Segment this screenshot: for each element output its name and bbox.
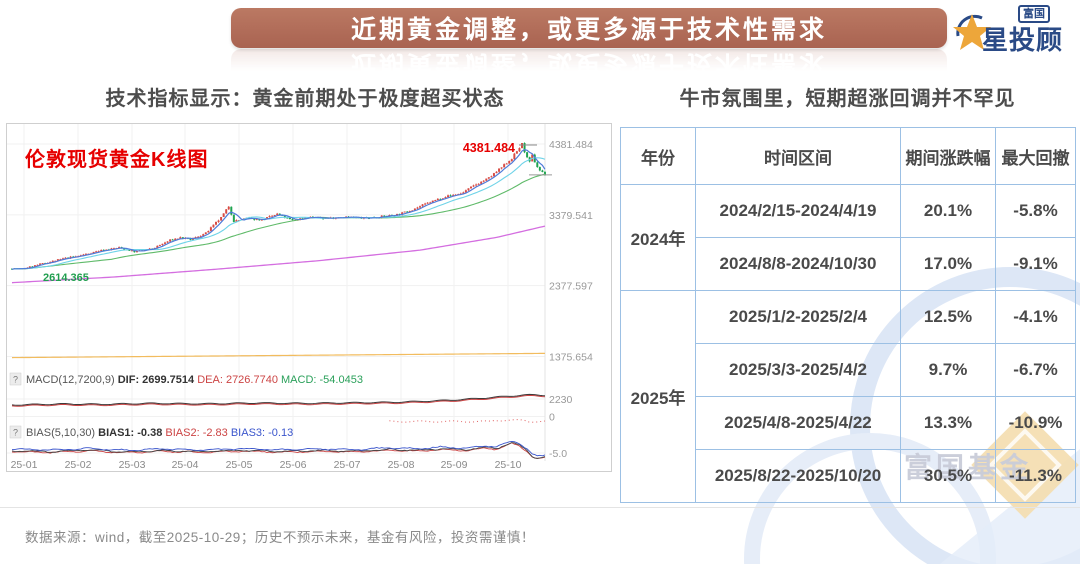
title-banner: 近期黄金调整，或更多源于技术性需求 (231, 8, 947, 48)
price-axis-label: 1375.654 (549, 352, 593, 364)
logo-brand-large: 星投顾 (982, 20, 1063, 57)
x-axis-label: 25-06 (280, 459, 307, 471)
start-annotation: 2614.365 (43, 272, 89, 284)
chart-panel: 伦敦现货黄金K线图 4381.484 2614.365 4381.484 3379.54… (6, 123, 612, 472)
price-axis-label: 2377.597 (549, 281, 593, 293)
logo-brand-small: 富国 (1018, 5, 1050, 23)
price-axis-label: 3379.541 (549, 210, 593, 222)
table-cell: 2024/8/8-2024/10/30 (696, 238, 901, 291)
table-cell: 2025/1/2-2025/2/4 (696, 291, 901, 344)
table-cell: 2025/8/22-2025/10/20 (696, 450, 901, 503)
ma-cyan-line (12, 158, 545, 270)
table-cell: 30.5% (901, 450, 996, 503)
pullback-table-wrapper: 年份时间区间期间涨跌幅最大回撤 2024年2024/2/15-2024/4/19… (620, 127, 1077, 503)
table-body: 2024年2024/2/15-2024/4/1920.1%-5.8%2024/8… (621, 185, 1076, 503)
x-axis-label: 25-07 (334, 459, 361, 471)
table-header-cell: 时间区间 (696, 128, 901, 185)
table-cell: -10.9% (996, 397, 1076, 450)
pullback-table: 年份时间区间期间涨跌幅最大回撤 2024年2024/2/15-2024/4/19… (620, 127, 1076, 503)
macd-legend: MACD(12,7200,9) DIF: 2699.7514 DEA: 2726… (26, 374, 363, 386)
table-cell: -4.1% (996, 291, 1076, 344)
table-cell: -5.8% (996, 185, 1076, 238)
table-row: 2024年2024/2/15-2024/4/1920.1%-5.8% (621, 185, 1076, 238)
table-cell: 2025/4/8-2025/4/22 (696, 397, 901, 450)
bias-legend: BIAS(5,10,30) BIAS1: -0.38 BIAS2: -2.83 … (26, 427, 293, 439)
x-axis-label: 25-01 (11, 459, 38, 471)
macd-dea-line (12, 395, 545, 406)
bias3-line (12, 441, 545, 455)
bias1-line (12, 443, 545, 459)
price-axis-label: -5.0 (549, 448, 567, 460)
table-cell: 20.1% (901, 185, 996, 238)
table-head: 年份时间区间期间涨跌幅最大回撤 (621, 128, 1076, 185)
x-axis-label: 25-08 (388, 459, 415, 471)
table-cell: 13.3% (901, 397, 996, 450)
footer-divider (0, 507, 1080, 508)
price-axis-label: 2230 (549, 394, 573, 406)
table-cell: 12.5% (901, 291, 996, 344)
slide-page: { "banner": { "title": "近期黄金调整，或更多源于技术性需… (0, 0, 1080, 564)
table-cell: 9.7% (901, 344, 996, 397)
peak-annotation: 4381.484 (463, 141, 515, 155)
chart-title: 伦敦现货黄金K线图 (25, 147, 208, 171)
ma-green-line (12, 174, 545, 269)
table-cell: 2025/3/3-2025/4/2 (696, 344, 901, 397)
year-cell: 2025年 (621, 291, 696, 503)
table-cell: -9.1% (996, 238, 1076, 291)
x-axis-label: 25-02 (65, 459, 92, 471)
banner-reflection: 近期黄金调整，或更多源于技术性需求 (231, 49, 947, 83)
x-axis-label: 25-04 (172, 459, 199, 471)
table-cell: 2024/2/15-2024/4/19 (696, 185, 901, 238)
table-cell: 17.0% (901, 238, 996, 291)
table-cell: -11.3% (996, 450, 1076, 503)
svg-text:?: ? (13, 375, 18, 385)
table-header-cell: 最大回撤 (996, 128, 1076, 185)
table-header-cell: 期间涨跌幅 (901, 128, 996, 185)
macd-hist-dotted-line (389, 420, 545, 423)
table-row: 2025年2025/1/2-2025/2/412.5%-4.1% (621, 291, 1076, 344)
gold-kline-chart: 伦敦现货黄金K线图 4381.484 2614.365 4381.484 3379.54… (7, 124, 611, 471)
svg-text:?: ? (13, 428, 18, 438)
x-axis-label: 25-05 (226, 459, 253, 471)
x-axis-label: 25-03 (119, 459, 146, 471)
footer-disclaimer: 数据来源：wind，截至2025-10-29；历史不预示未来，基金有风险，投资需… (25, 526, 535, 546)
x-axis-label: 25-10 (495, 459, 522, 471)
x-axis-label: 25-09 (441, 459, 468, 471)
brand-logo: 星投顾 富国 (952, 4, 1074, 58)
left-heading: 技术指标显示：黄金前期处于极度超买状态 (0, 82, 610, 111)
year-cell: 2024年 (621, 185, 696, 291)
price-axis-label: 0 (549, 412, 555, 424)
table-header-cell: 年份 (621, 128, 696, 185)
table-cell: -6.7% (996, 344, 1076, 397)
price-axis-label: 4381.484 (549, 139, 593, 151)
right-heading: 牛市氛围里，短期超涨回调并不罕见 (620, 82, 1075, 111)
banner-title: 近期黄金调整，或更多源于技术性需求 (351, 10, 827, 46)
